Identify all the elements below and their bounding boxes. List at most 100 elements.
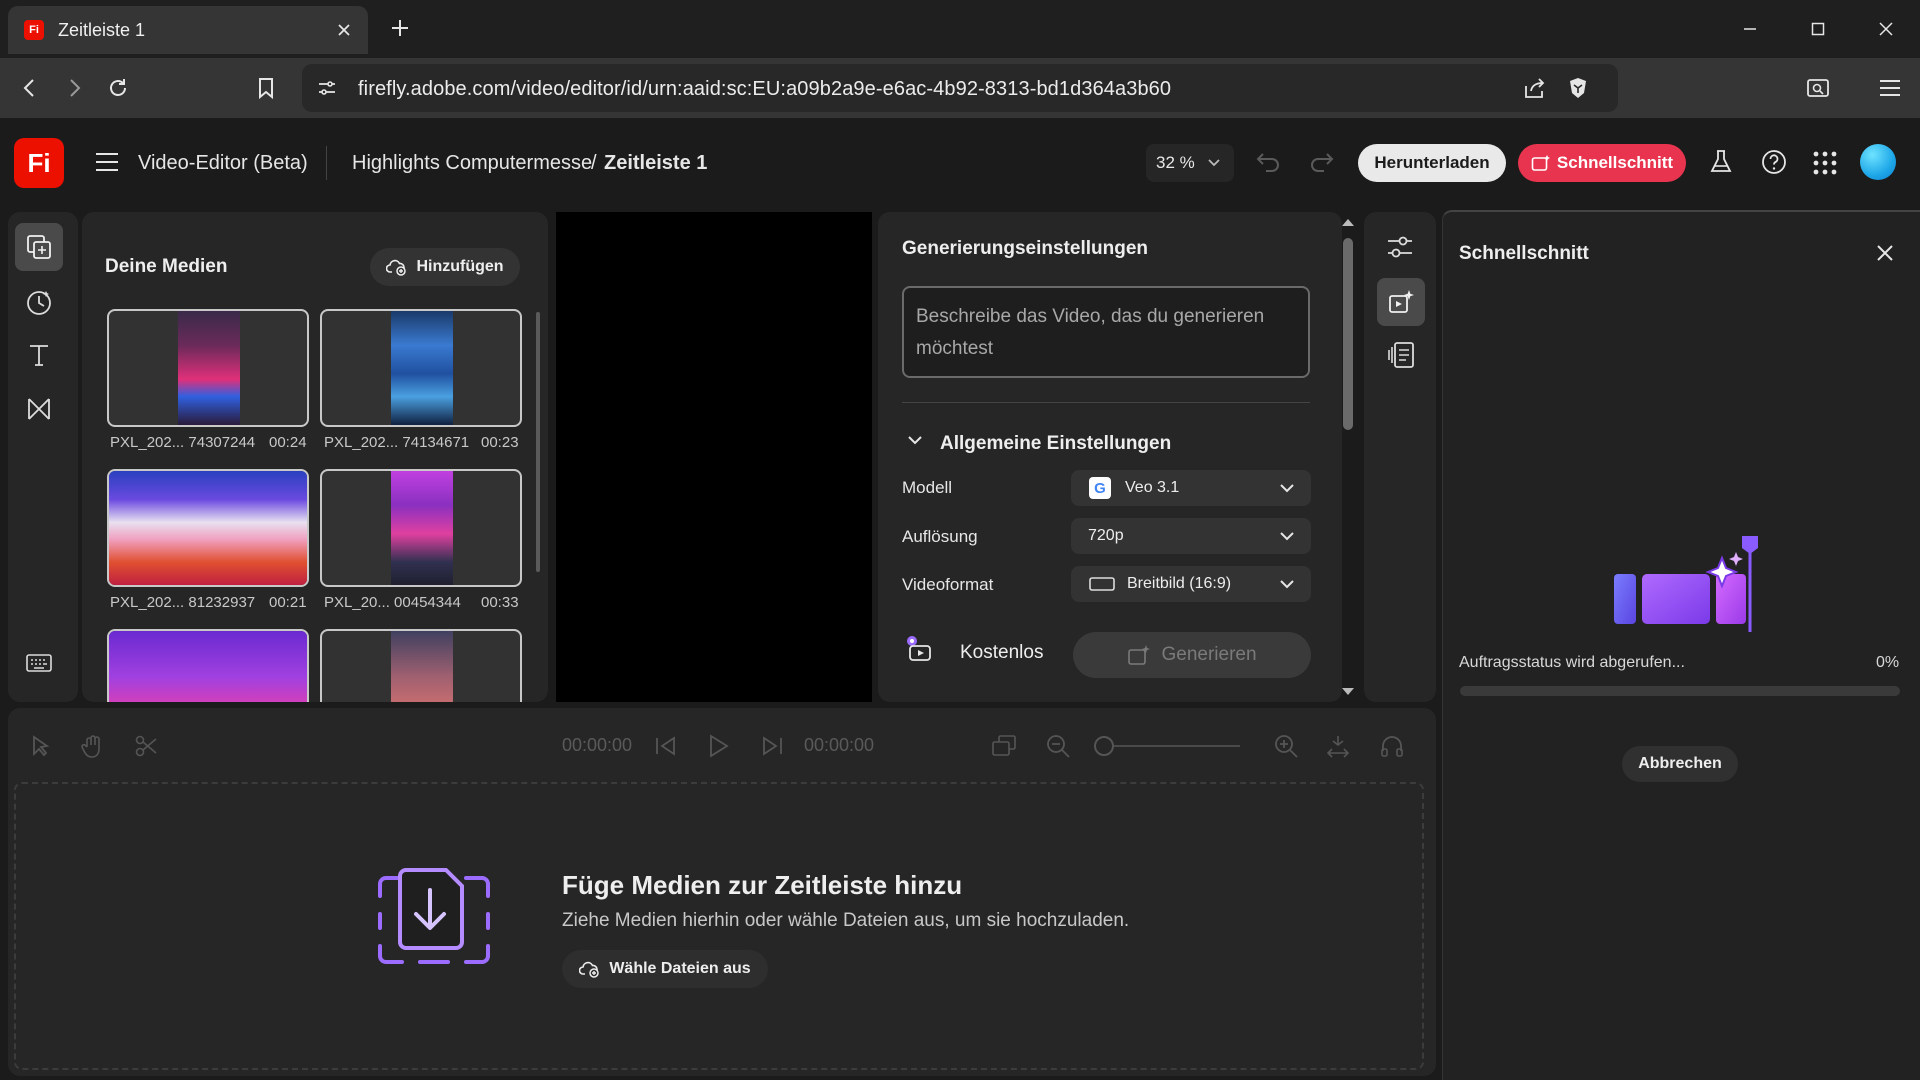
select-tool-icon[interactable] xyxy=(24,730,56,762)
media-thumbnail-4[interactable] xyxy=(320,469,522,587)
media-thumbnail-1[interactable] xyxy=(107,309,309,427)
model-value: Veo 3.1 xyxy=(1125,479,1180,496)
play-icon[interactable] xyxy=(702,730,734,762)
zoom-select[interactable]: 32 % xyxy=(1146,144,1234,182)
zoom-out-icon[interactable] xyxy=(1042,730,1074,762)
firefly-favicon-icon: Fi xyxy=(24,20,44,40)
app-name: Video-Editor (Beta) xyxy=(138,152,308,174)
generate-settings-tab-icon[interactable] xyxy=(1377,278,1425,326)
timeline-name[interactable]: Zeitleiste 1 xyxy=(604,152,707,175)
screenshot-tool-icon[interactable] xyxy=(1802,72,1834,104)
general-settings-title[interactable]: Allgemeine Einstellungen xyxy=(940,433,1171,455)
hamburger-menu-icon[interactable] xyxy=(94,151,120,173)
media-name-4: PXL_20... 00454344 xyxy=(324,594,461,611)
timeline-zoom-slider[interactable] xyxy=(1094,736,1240,756)
maximize-icon[interactable] xyxy=(1784,0,1852,58)
media-preview-5 xyxy=(109,631,307,702)
firefly-logo[interactable]: Fi xyxy=(14,138,64,188)
quickcut-button[interactable]: Schnellschnitt xyxy=(1518,144,1686,182)
model-select[interactable]: G Veo 3.1 xyxy=(1071,470,1311,506)
media-panel-icon[interactable] xyxy=(15,223,63,271)
settings-scroll-up-icon[interactable] xyxy=(1340,216,1356,228)
tab-title: Zeitleiste 1 xyxy=(58,19,146,40)
browser-tab[interactable]: Fi Zeitleiste 1 xyxy=(8,6,368,54)
reload-icon[interactable] xyxy=(102,72,134,104)
browser-menu-icon[interactable] xyxy=(1874,72,1906,104)
choose-files-button[interactable]: Wähle Dateien aus xyxy=(562,950,768,988)
quickcut-close-icon[interactable] xyxy=(1874,242,1896,264)
settings-scroll-down-icon[interactable] xyxy=(1340,686,1356,698)
text-tool-icon[interactable] xyxy=(25,341,53,369)
share-icon[interactable] xyxy=(1522,76,1548,100)
brave-shield-icon[interactable] xyxy=(1566,76,1590,100)
site-settings-icon[interactable] xyxy=(316,77,338,99)
adjustments-icon[interactable] xyxy=(1385,233,1415,261)
breadcrumb-separator: / xyxy=(591,152,597,174)
video-preview[interactable] xyxy=(556,212,872,702)
media-preview-4 xyxy=(391,471,453,585)
forward-icon[interactable] xyxy=(58,72,90,104)
hand-tool-icon[interactable] xyxy=(77,730,109,762)
media-duration-2: 00:23 xyxy=(481,434,519,451)
cancel-button-label: Abbrechen xyxy=(1638,755,1722,772)
snap-icon[interactable] xyxy=(1322,730,1354,762)
generation-settings-title: Generierungseinstellungen xyxy=(902,238,1148,259)
generate-icon xyxy=(1127,644,1151,666)
url-text[interactable]: firefly.adobe.com/video/editor/id/urn:aa… xyxy=(358,78,1171,101)
video-format-value: Breitbild (16:9) xyxy=(1127,575,1232,592)
keyboard-shortcuts-icon[interactable] xyxy=(25,652,53,674)
apps-grid-icon[interactable] xyxy=(1812,150,1838,176)
next-frame-icon[interactable] xyxy=(756,730,788,762)
chevron-down-icon xyxy=(1279,483,1295,493)
media-preview-1 xyxy=(178,311,240,425)
media-thumbnail-6[interactable] xyxy=(320,629,522,702)
settings-scrollbar[interactable] xyxy=(1343,238,1353,430)
media-grid-clip xyxy=(100,628,530,702)
cancel-button[interactable]: Abbrechen xyxy=(1622,746,1738,782)
window-close-icon[interactable] xyxy=(1852,0,1920,58)
help-icon[interactable] xyxy=(1760,148,1788,176)
generate-video-icon[interactable] xyxy=(24,287,54,317)
left-tool-rail xyxy=(8,212,78,702)
new-tab-icon[interactable] xyxy=(388,16,412,40)
undo-icon[interactable] xyxy=(1254,150,1282,174)
project-name[interactable]: Highlights Computermesse xyxy=(352,152,592,175)
timeline-empty-title: Füge Medien zur Zeitleiste hinzu xyxy=(562,870,963,900)
add-media-label: Hinzufügen xyxy=(416,258,504,275)
audio-headphones-icon[interactable] xyxy=(1376,730,1408,762)
labs-flask-icon[interactable] xyxy=(1708,148,1734,176)
video-format-select[interactable]: Breitbild (16:9) xyxy=(1071,566,1311,602)
total-time: 00:00:00 xyxy=(804,735,875,755)
media-duration-4: 00:33 xyxy=(481,594,519,611)
address-bar[interactable]: firefly.adobe.com/video/editor/id/urn:aa… xyxy=(302,64,1618,112)
fit-timeline-icon[interactable] xyxy=(988,730,1020,762)
media-thumbnail-5[interactable] xyxy=(107,629,309,702)
redo-icon[interactable] xyxy=(1308,150,1336,174)
add-media-button[interactable]: Hinzufügen xyxy=(370,248,520,286)
slider-handle[interactable] xyxy=(1094,736,1114,756)
upload-drop-icon xyxy=(372,866,496,974)
generate-button[interactable]: Generieren xyxy=(1073,632,1311,678)
transitions-icon[interactable] xyxy=(25,395,53,423)
user-avatar[interactable] xyxy=(1860,144,1896,180)
zoom-in-icon[interactable] xyxy=(1270,730,1302,762)
transcript-icon[interactable] xyxy=(1386,340,1416,370)
section-collapse-icon[interactable] xyxy=(906,434,924,448)
media-thumbnail-2[interactable] xyxy=(320,309,522,427)
tab-close-icon[interactable] xyxy=(336,22,352,38)
header-divider xyxy=(326,146,327,180)
scissors-icon[interactable] xyxy=(130,730,162,762)
chevron-down-icon xyxy=(1207,158,1221,168)
media-panel-title: Deine Medien xyxy=(105,256,228,277)
previous-frame-icon[interactable] xyxy=(650,730,682,762)
prompt-textarea[interactable]: Beschreibe das Video, das du generieren … xyxy=(902,286,1310,378)
download-button[interactable]: Herunterladen xyxy=(1358,144,1506,182)
resolution-select[interactable]: 720p xyxy=(1071,518,1311,554)
cost-label: Kostenlos xyxy=(960,642,1044,663)
media-thumbnail-3[interactable] xyxy=(107,469,309,587)
media-scrollbar[interactable] xyxy=(536,312,540,572)
bookmark-icon[interactable] xyxy=(250,72,282,104)
minimize-icon[interactable] xyxy=(1716,0,1784,58)
credits-icon xyxy=(904,634,934,664)
back-icon[interactable] xyxy=(14,72,46,104)
